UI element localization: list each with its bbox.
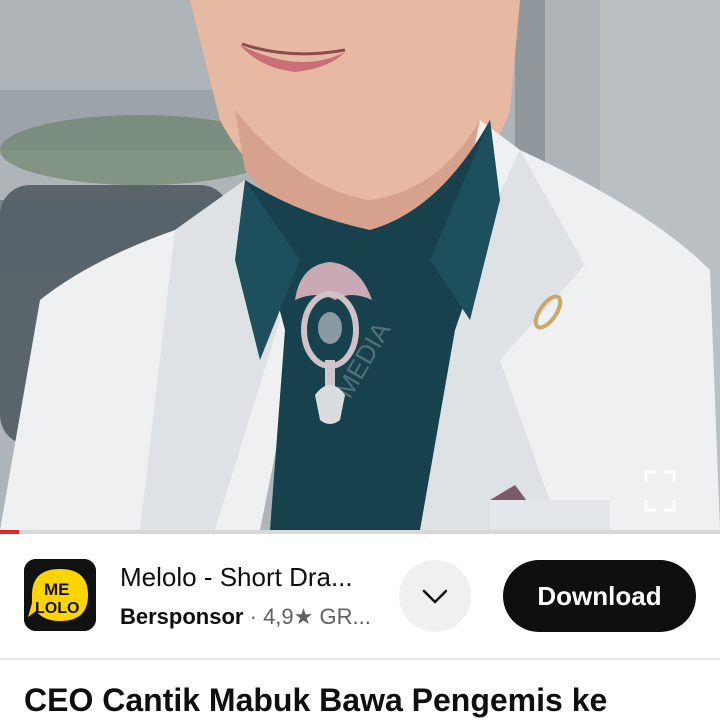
sponsored-app-ad: ME LOLO Melolo - Short Dra... Bersponsor…: [0, 534, 720, 658]
melolo-logo-icon: ME LOLO: [24, 559, 96, 631]
expand-ad-button[interactable]: [399, 560, 471, 632]
sponsored-label: Bersponsor: [120, 604, 244, 629]
app-category: GR...: [319, 604, 371, 629]
divider: [0, 658, 720, 660]
svg-text:LOLO: LOLO: [35, 600, 79, 617]
svg-text:ME: ME: [44, 580, 70, 599]
app-logo[interactable]: ME LOLO: [24, 559, 96, 631]
app-rating: 4,9: [263, 604, 294, 629]
video-player[interactable]: MEDIA: [0, 0, 720, 530]
download-button[interactable]: Download: [503, 560, 696, 632]
app-name[interactable]: Melolo - Short Dra...: [120, 562, 390, 593]
video-frame: MEDIA: [0, 0, 720, 530]
ad-meta-line: Bersponsor · 4,9★ GR...: [120, 604, 390, 630]
chevron-down-icon: [422, 589, 448, 604]
star-icon: ★: [293, 604, 314, 629]
fullscreen-button[interactable]: [644, 470, 676, 512]
video-title[interactable]: CEO Cantik Mabuk Bawa Pengemis ke: [24, 682, 720, 719]
fullscreen-icon: [644, 470, 676, 512]
meta-separator: ·: [249, 604, 257, 629]
